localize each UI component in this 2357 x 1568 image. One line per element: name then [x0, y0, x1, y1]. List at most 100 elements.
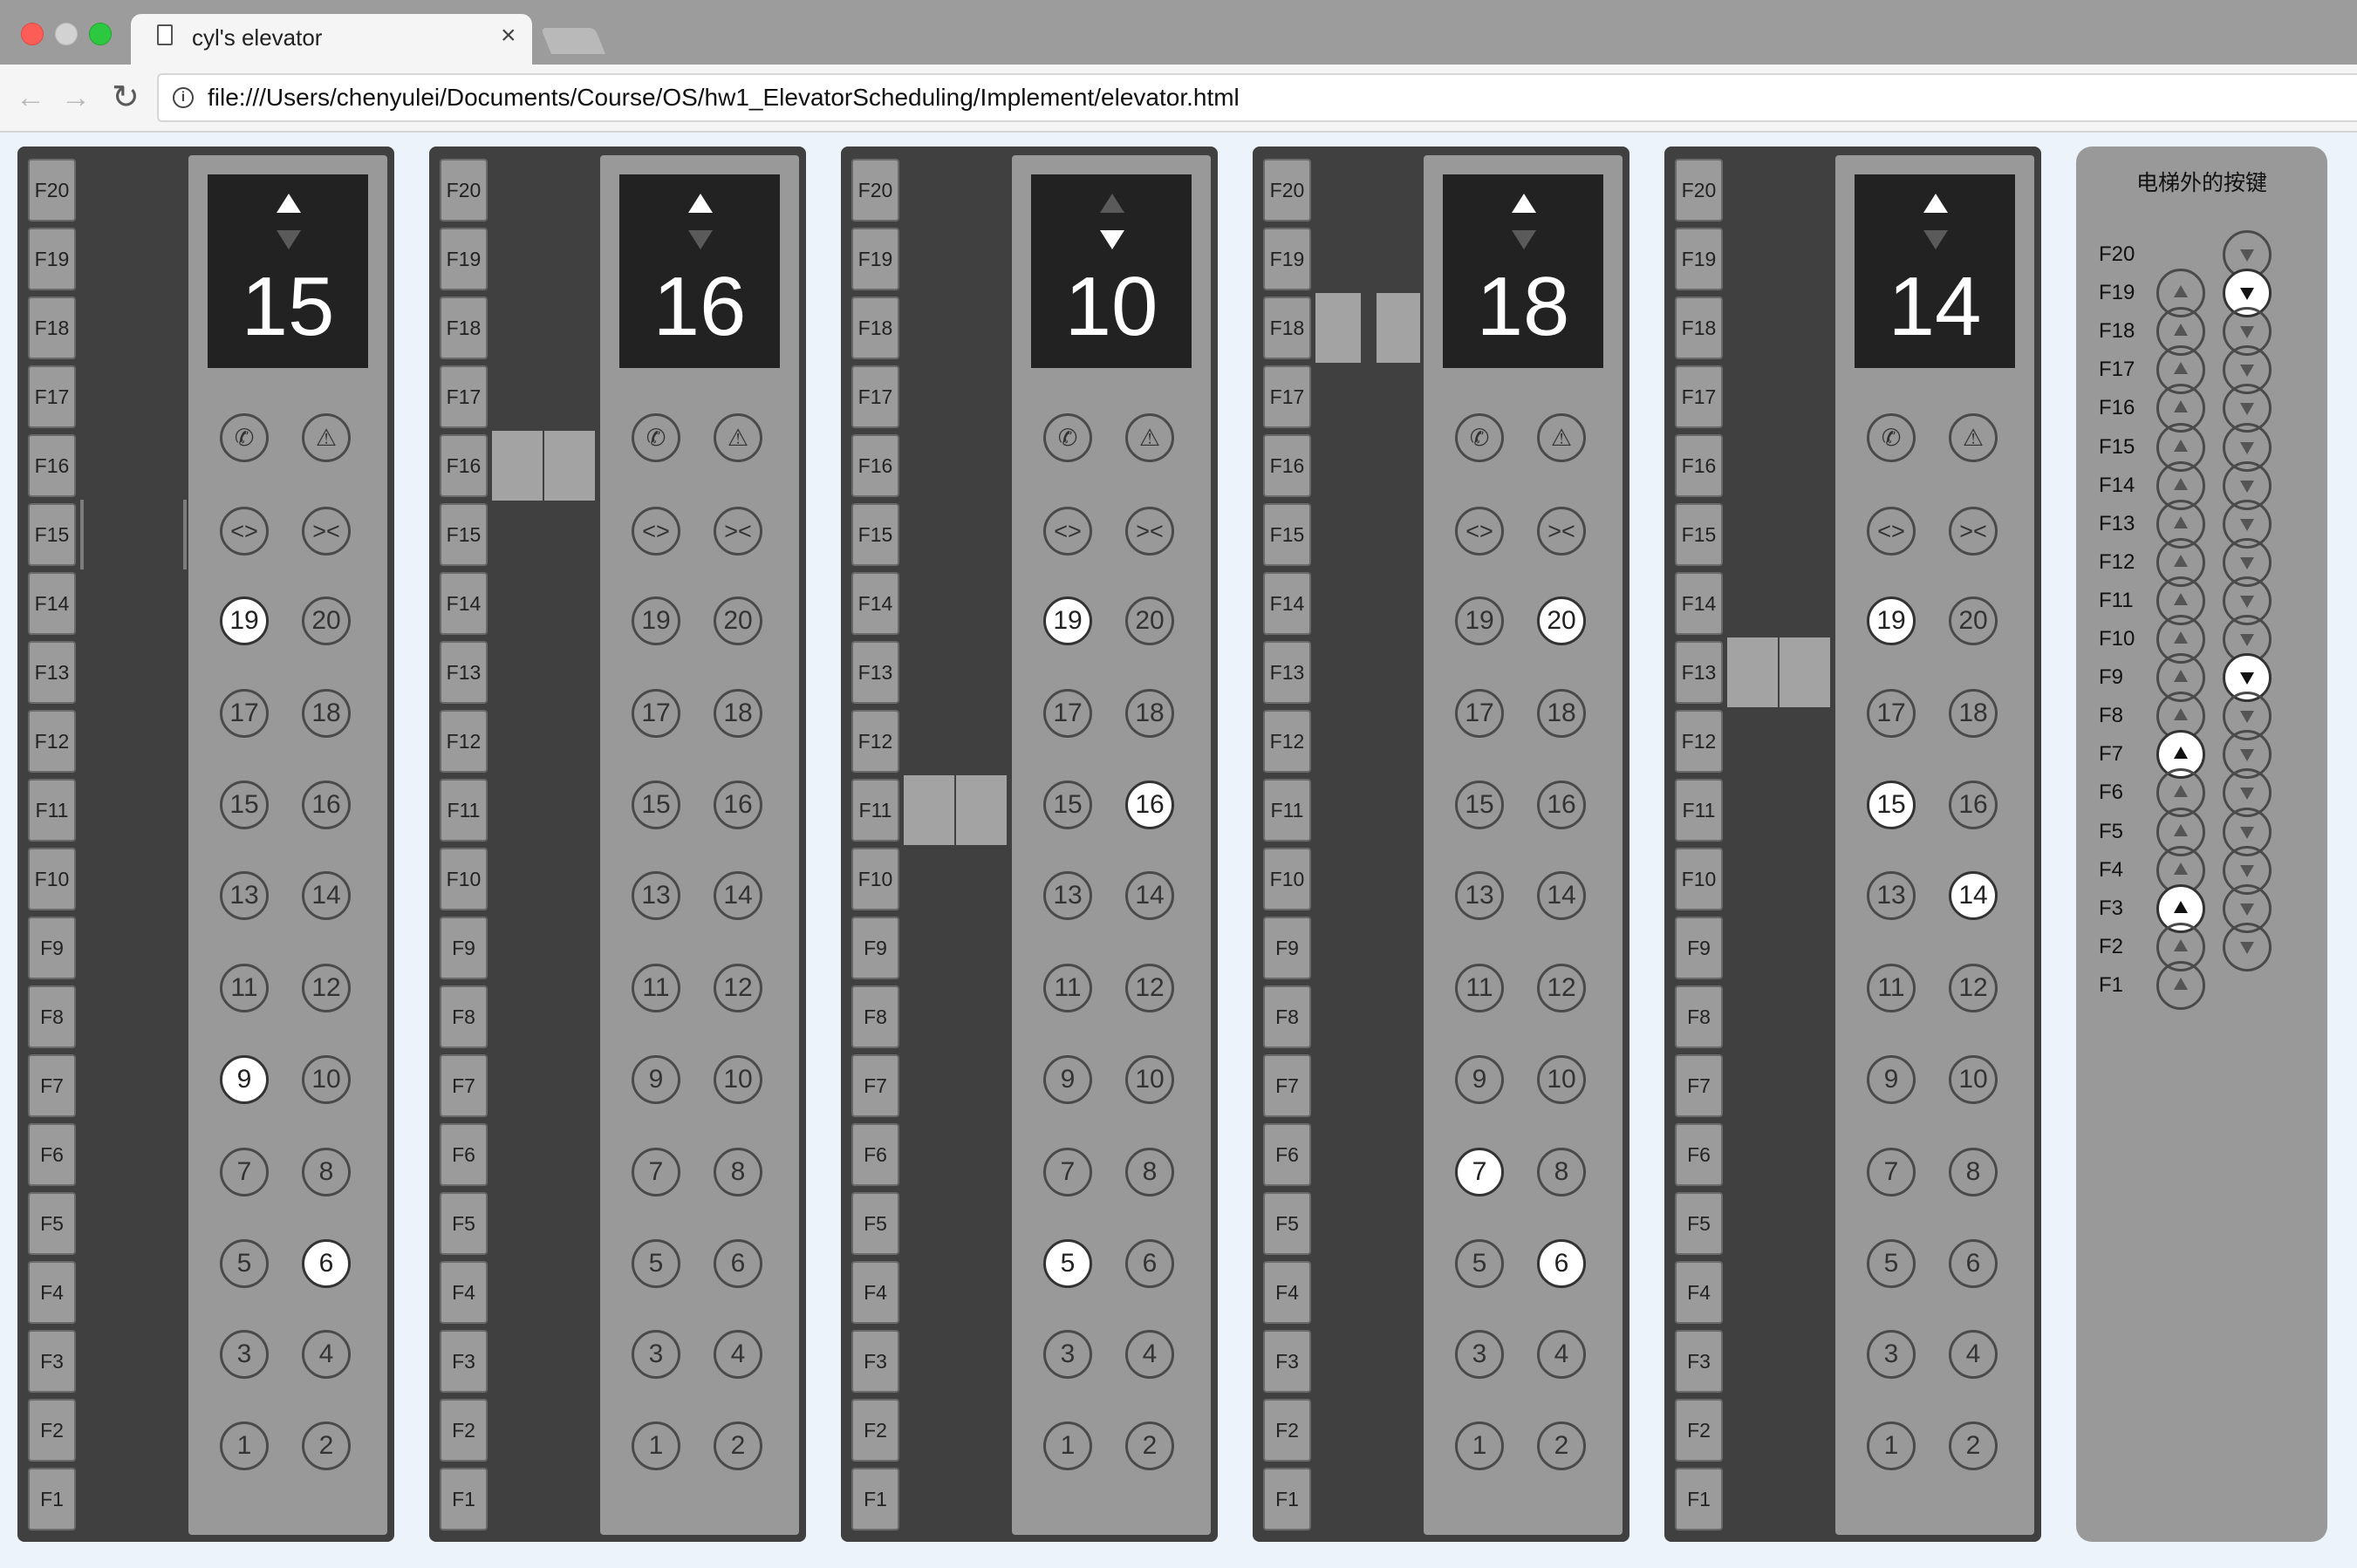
floor-button-13[interactable]: 13 — [1455, 871, 1504, 920]
floor-button-16[interactable]: 16 — [1537, 781, 1586, 829]
browser-tab[interactable] — [131, 14, 532, 66]
door-close-button[interactable]: >< — [1949, 507, 1998, 556]
floor-button-6[interactable]: 6 — [1949, 1239, 1998, 1288]
floor-button-11[interactable]: 11 — [632, 964, 680, 1012]
floor-button-13[interactable]: 13 — [220, 871, 269, 920]
floor-button-17[interactable]: 17 — [632, 689, 680, 738]
floor-button-2[interactable]: 2 — [302, 1421, 351, 1470]
floor-button-14[interactable]: 14 — [302, 871, 351, 920]
alarm-button[interactable]: ⚠ — [1537, 413, 1586, 462]
floor-button-17[interactable]: 17 — [220, 689, 269, 738]
door-close-button[interactable]: >< — [1537, 507, 1586, 556]
floor-button-17[interactable]: 17 — [1867, 689, 1916, 738]
floor-button-15[interactable]: 15 — [1455, 781, 1504, 829]
floor-button-7[interactable]: 7 — [1455, 1148, 1504, 1196]
floor-button-7[interactable]: 7 — [1867, 1148, 1916, 1196]
floor-button-9[interactable]: 9 — [1455, 1055, 1504, 1104]
floor-button-12[interactable]: 12 — [1537, 964, 1586, 1012]
floor-button-11[interactable]: 11 — [1455, 964, 1504, 1012]
floor-button-3[interactable]: 3 — [1043, 1330, 1092, 1379]
floor-button-4[interactable]: 4 — [302, 1330, 351, 1379]
floor-button-20[interactable]: 20 — [1949, 597, 1998, 645]
tab-title[interactable]: cyl's elevator — [192, 24, 322, 51]
floor-button-1[interactable]: 1 — [632, 1421, 680, 1470]
door-close-button[interactable]: >< — [1125, 507, 1174, 556]
floor-button-13[interactable]: 13 — [632, 871, 680, 920]
url-text[interactable]: file:///Users/chenyulei/Documents/Course… — [208, 84, 1240, 112]
phone-call-button[interactable]: ✆ — [1455, 413, 1504, 462]
new-tab-button[interactable] — [540, 28, 606, 54]
floor-button-13[interactable]: 13 — [1043, 871, 1092, 920]
floor-button-7[interactable]: 7 — [1043, 1148, 1092, 1196]
forward-arrow-icon[interactable]: → — [61, 80, 91, 115]
floor-button-12[interactable]: 12 — [714, 964, 762, 1012]
floor-button-3[interactable]: 3 — [220, 1330, 269, 1379]
floor-button-1[interactable]: 1 — [1455, 1421, 1504, 1470]
floor-button-6[interactable]: 6 — [1537, 1239, 1586, 1288]
floor-button-19[interactable]: 19 — [632, 597, 680, 645]
floor-button-16[interactable]: 16 — [302, 781, 351, 829]
floor-button-19[interactable]: 19 — [220, 597, 269, 645]
floor-button-8[interactable]: 8 — [1949, 1148, 1998, 1196]
floor-button-19[interactable]: 19 — [1867, 597, 1916, 645]
floor-button-8[interactable]: 8 — [302, 1148, 351, 1196]
floor-button-5[interactable]: 5 — [220, 1239, 269, 1288]
floor-button-11[interactable]: 11 — [1867, 964, 1916, 1012]
floor-button-4[interactable]: 4 — [1125, 1330, 1174, 1379]
floor-button-3[interactable]: 3 — [632, 1330, 680, 1379]
door-open-button[interactable]: <> — [632, 507, 680, 556]
floor-button-5[interactable]: 5 — [632, 1239, 680, 1288]
floor-button-16[interactable]: 16 — [1949, 781, 1998, 829]
floor-button-20[interactable]: 20 — [302, 597, 351, 645]
floor-button-14[interactable]: 14 — [714, 871, 762, 920]
door-open-button[interactable]: <> — [1455, 507, 1504, 556]
door-close-button[interactable]: >< — [302, 507, 351, 556]
floor-button-11[interactable]: 11 — [1043, 964, 1092, 1012]
floor-button-4[interactable]: 4 — [1537, 1330, 1586, 1379]
floor-button-5[interactable]: 5 — [1867, 1239, 1916, 1288]
alarm-button[interactable]: ⚠ — [302, 413, 351, 462]
floor-button-20[interactable]: 20 — [1537, 597, 1586, 645]
phone-call-button[interactable]: ✆ — [1043, 413, 1092, 462]
floor-button-5[interactable]: 5 — [1455, 1239, 1504, 1288]
floor-button-8[interactable]: 8 — [714, 1148, 762, 1196]
window-close-button[interactable] — [21, 23, 44, 45]
reload-icon[interactable]: ↻ — [112, 80, 140, 115]
floor-button-12[interactable]: 12 — [1125, 964, 1174, 1012]
floor-button-14[interactable]: 14 — [1537, 871, 1586, 920]
floor-button-12[interactable]: 12 — [302, 964, 351, 1012]
floor-button-18[interactable]: 18 — [1125, 689, 1174, 738]
floor-button-9[interactable]: 9 — [1867, 1055, 1916, 1104]
floor-button-14[interactable]: 14 — [1949, 871, 1998, 920]
floor-button-6[interactable]: 6 — [714, 1239, 762, 1288]
floor-button-16[interactable]: 16 — [714, 781, 762, 829]
floor-button-1[interactable]: 1 — [1867, 1421, 1916, 1470]
address-bar[interactable]: i file:///Users/chenyulei/Documents/Cour… — [157, 73, 2357, 122]
floor-button-5[interactable]: 5 — [1043, 1239, 1092, 1288]
phone-call-button[interactable]: ✆ — [1867, 413, 1916, 462]
floor-button-19[interactable]: 19 — [1455, 597, 1504, 645]
floor-button-10[interactable]: 10 — [1125, 1055, 1174, 1104]
phone-call-button[interactable]: ✆ — [632, 413, 680, 462]
floor-button-9[interactable]: 9 — [220, 1055, 269, 1104]
floor-button-9[interactable]: 9 — [1043, 1055, 1092, 1104]
floor-button-9[interactable]: 9 — [632, 1055, 680, 1104]
floor-button-14[interactable]: 14 — [1125, 871, 1174, 920]
floor-button-8[interactable]: 8 — [1537, 1148, 1586, 1196]
floor-button-6[interactable]: 6 — [302, 1239, 351, 1288]
floor-button-1[interactable]: 1 — [220, 1421, 269, 1470]
phone-call-button[interactable]: ✆ — [220, 413, 269, 462]
floor-button-3[interactable]: 3 — [1455, 1330, 1504, 1379]
floor-button-18[interactable]: 18 — [1949, 689, 1998, 738]
alarm-button[interactable]: ⚠ — [1125, 413, 1174, 462]
floor-button-15[interactable]: 15 — [1043, 781, 1092, 829]
floor-button-8[interactable]: 8 — [1125, 1148, 1174, 1196]
floor-button-2[interactable]: 2 — [1125, 1421, 1174, 1470]
floor-button-10[interactable]: 10 — [1537, 1055, 1586, 1104]
window-minimize-button[interactable] — [55, 23, 78, 45]
door-open-button[interactable]: <> — [1043, 507, 1092, 556]
floor-button-2[interactable]: 2 — [1949, 1421, 1998, 1470]
floor-button-20[interactable]: 20 — [1125, 597, 1174, 645]
floor-button-7[interactable]: 7 — [220, 1148, 269, 1196]
floor-button-10[interactable]: 10 — [1949, 1055, 1998, 1104]
